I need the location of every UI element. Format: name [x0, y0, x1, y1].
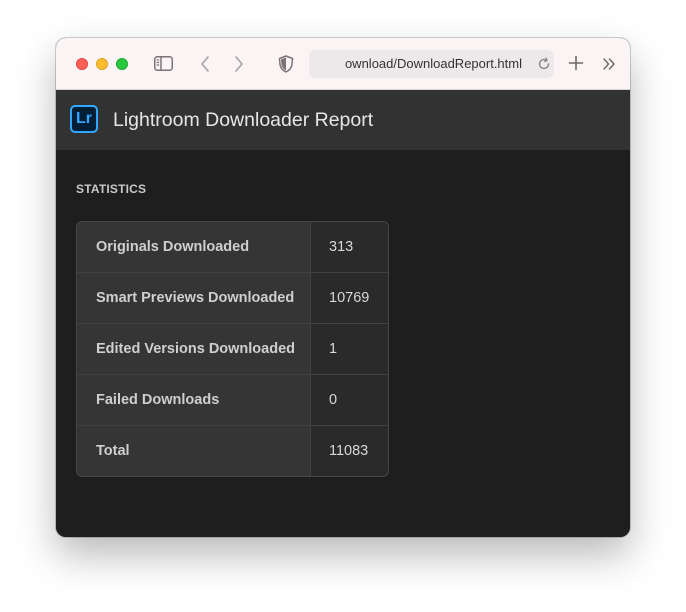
stat-label: Edited Versions Downloaded	[77, 324, 311, 374]
stat-label: Failed Downloads	[77, 375, 311, 425]
stat-value: 313	[311, 222, 388, 272]
lightroom-logo: Lr	[70, 105, 98, 133]
stat-label: Originals Downloaded	[77, 222, 311, 272]
minimize-window-button[interactable]	[96, 58, 108, 70]
back-chevron-icon[interactable]	[199, 55, 211, 73]
table-row: Smart Previews Downloaded 10769	[77, 272, 388, 323]
statistics-table: Originals Downloaded 313 Smart Previews …	[76, 221, 389, 477]
stat-label: Total	[77, 426, 311, 476]
sidebar-toggle-icon[interactable]	[154, 56, 173, 71]
stat-label: Smart Previews Downloaded	[77, 273, 311, 323]
browser-toolbar: ownload/DownloadReport.html	[56, 38, 630, 90]
report-content: STATISTICS Originals Downloaded 313 Smar…	[56, 150, 630, 537]
address-bar[interactable]: ownload/DownloadReport.html	[309, 50, 554, 78]
reload-icon[interactable]	[537, 57, 551, 71]
table-row: Total 11083	[77, 425, 388, 476]
stat-value: 1	[311, 324, 388, 374]
app-header: Lr Lightroom Downloader Report	[56, 90, 630, 150]
stat-value: 11083	[311, 426, 388, 476]
browser-window: ownload/DownloadReport.html Lr Lightroom…	[56, 38, 630, 537]
zoom-window-button[interactable]	[116, 58, 128, 70]
table-row: Originals Downloaded 313	[77, 222, 388, 272]
page-title: Lightroom Downloader Report	[113, 109, 374, 131]
privacy-shield-icon[interactable]	[278, 55, 294, 73]
close-window-button[interactable]	[76, 58, 88, 70]
statistics-heading: STATISTICS	[76, 182, 147, 196]
stat-value: 0	[311, 375, 388, 425]
forward-chevron-icon[interactable]	[233, 55, 245, 73]
stat-value: 10769	[311, 273, 388, 323]
table-row: Failed Downloads 0	[77, 374, 388, 425]
new-tab-plus-icon[interactable]	[568, 55, 584, 71]
table-row: Edited Versions Downloaded 1	[77, 323, 388, 374]
overflow-chevrons-icon[interactable]	[602, 57, 616, 71]
